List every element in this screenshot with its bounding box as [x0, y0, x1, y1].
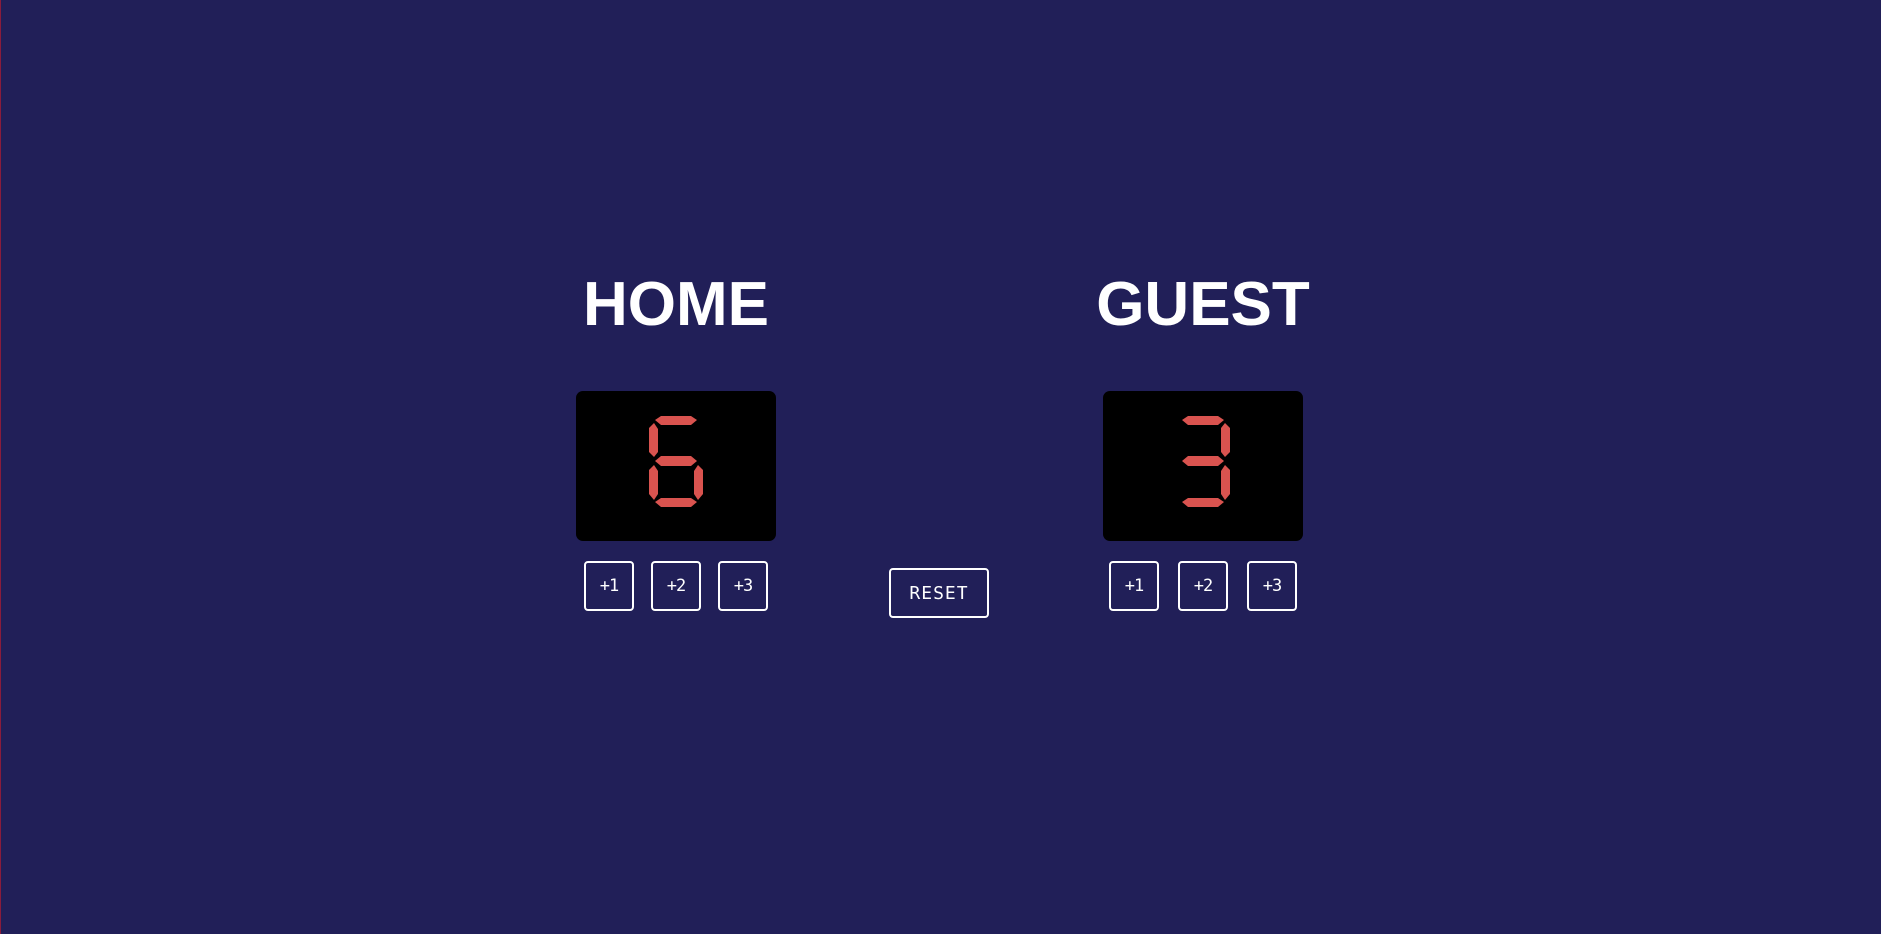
guest-team-panel: GUEST +1 +2 +3	[1083, 270, 1323, 611]
home-add-2-button[interactable]: +2	[651, 561, 701, 611]
home-score-digit-segment-c	[694, 465, 703, 500]
home-score-digit-segment-d	[655, 498, 697, 507]
guest-score-display	[1103, 391, 1303, 541]
guest-score-digit-segment-d	[1182, 498, 1224, 507]
home-score-digit-segment-e	[649, 465, 658, 500]
guest-score-digit-segment-g	[1182, 456, 1224, 466]
home-score-digit-segment-f	[649, 423, 658, 457]
guest-team-title: GUEST	[1096, 270, 1310, 339]
home-score-digit-segment-a	[655, 416, 697, 425]
home-score-digit	[649, 416, 703, 507]
reset-button[interactable]: RESET	[889, 568, 989, 618]
guest-add-3-button[interactable]: +3	[1247, 561, 1297, 611]
guest-add-2-button[interactable]: +2	[1178, 561, 1228, 611]
guest-score-digit-segment-b	[1221, 423, 1230, 457]
home-score-digit-segment-g	[655, 456, 697, 466]
guest-add-1-button[interactable]: +1	[1109, 561, 1159, 611]
home-team-panel: HOME +1 +2 +3	[556, 270, 796, 611]
guest-score-digit-segment-c	[1221, 465, 1230, 500]
home-add-3-button[interactable]: +3	[718, 561, 768, 611]
home-score-display	[576, 391, 776, 541]
guest-score-digit	[1182, 416, 1230, 507]
home-button-row: +1 +2 +3	[584, 561, 768, 611]
home-team-title: HOME	[583, 270, 769, 339]
home-add-1-button[interactable]: +1	[584, 561, 634, 611]
guest-score-digit-segment-a	[1182, 416, 1224, 425]
guest-button-row: +1 +2 +3	[1109, 561, 1297, 611]
